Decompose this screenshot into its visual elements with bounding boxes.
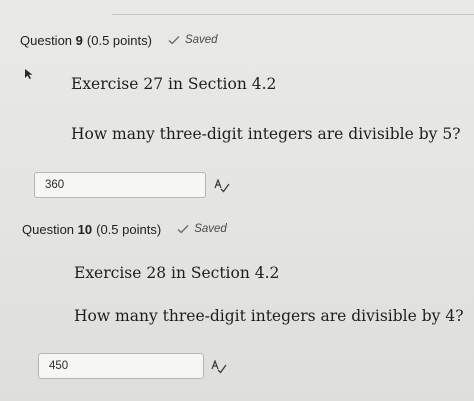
question-header: Question 9 (0.5 points) Saved (20, 33, 218, 48)
saved-label: Saved (184, 34, 218, 46)
checkmark-icon (168, 36, 180, 45)
question-title: Question 9 (20, 33, 83, 48)
checkmark-icon (177, 225, 189, 234)
exercise-reference: Exercise 28 in Section 4.2 (74, 264, 280, 282)
question-header: Question 10 (0.5 points) Saved (22, 222, 227, 237)
saved-status: Saved (177, 223, 227, 235)
spellcheck-icon[interactable] (214, 179, 230, 193)
saved-status: Saved (168, 34, 218, 46)
answer-input[interactable]: 360 (34, 172, 206, 198)
mouse-pointer-icon (25, 69, 33, 79)
saved-label: Saved (194, 223, 227, 235)
exercise-reference: Exercise 27 in Section 4.2 (71, 75, 277, 93)
question-points: (0.5 points) (96, 222, 162, 237)
spellcheck-icon[interactable] (211, 360, 227, 374)
answer-input[interactable]: 450 (38, 353, 204, 379)
top-divider (112, 14, 474, 15)
question-prompt: How many three-digit integers are divisi… (71, 125, 461, 143)
question-prompt: How many three-digit integers are divisi… (74, 307, 464, 325)
question-points: (0.5 points) (86, 33, 152, 48)
question-title: Question 10 (22, 222, 93, 237)
